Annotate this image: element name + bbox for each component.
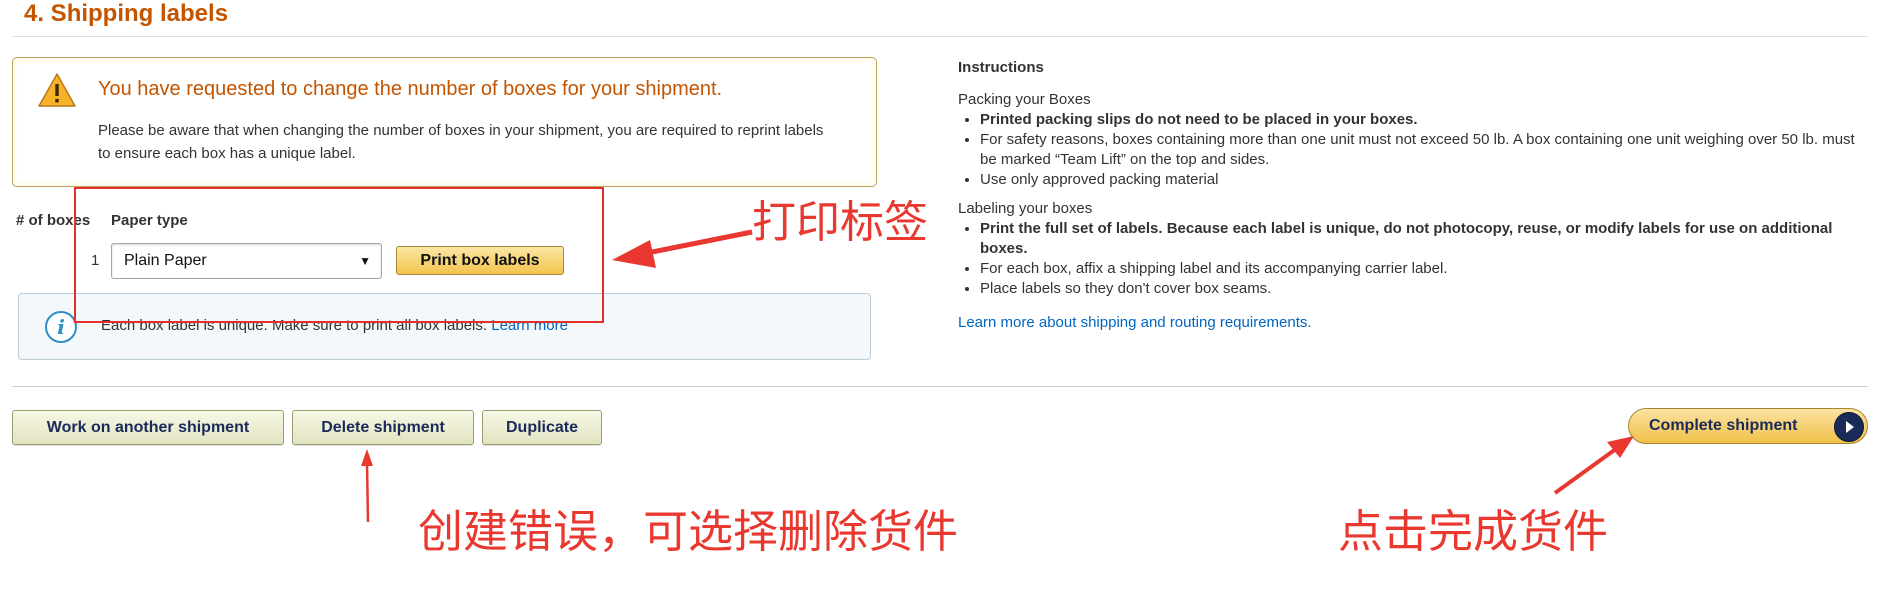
annotation-print-labels: 打印标签 — [752, 197, 928, 248]
annotation-delete-shipment: 创建错误，可选择删除货件 — [418, 505, 959, 558]
annotation-complete-shipment: 点击完成货件 — [1338, 505, 1609, 558]
